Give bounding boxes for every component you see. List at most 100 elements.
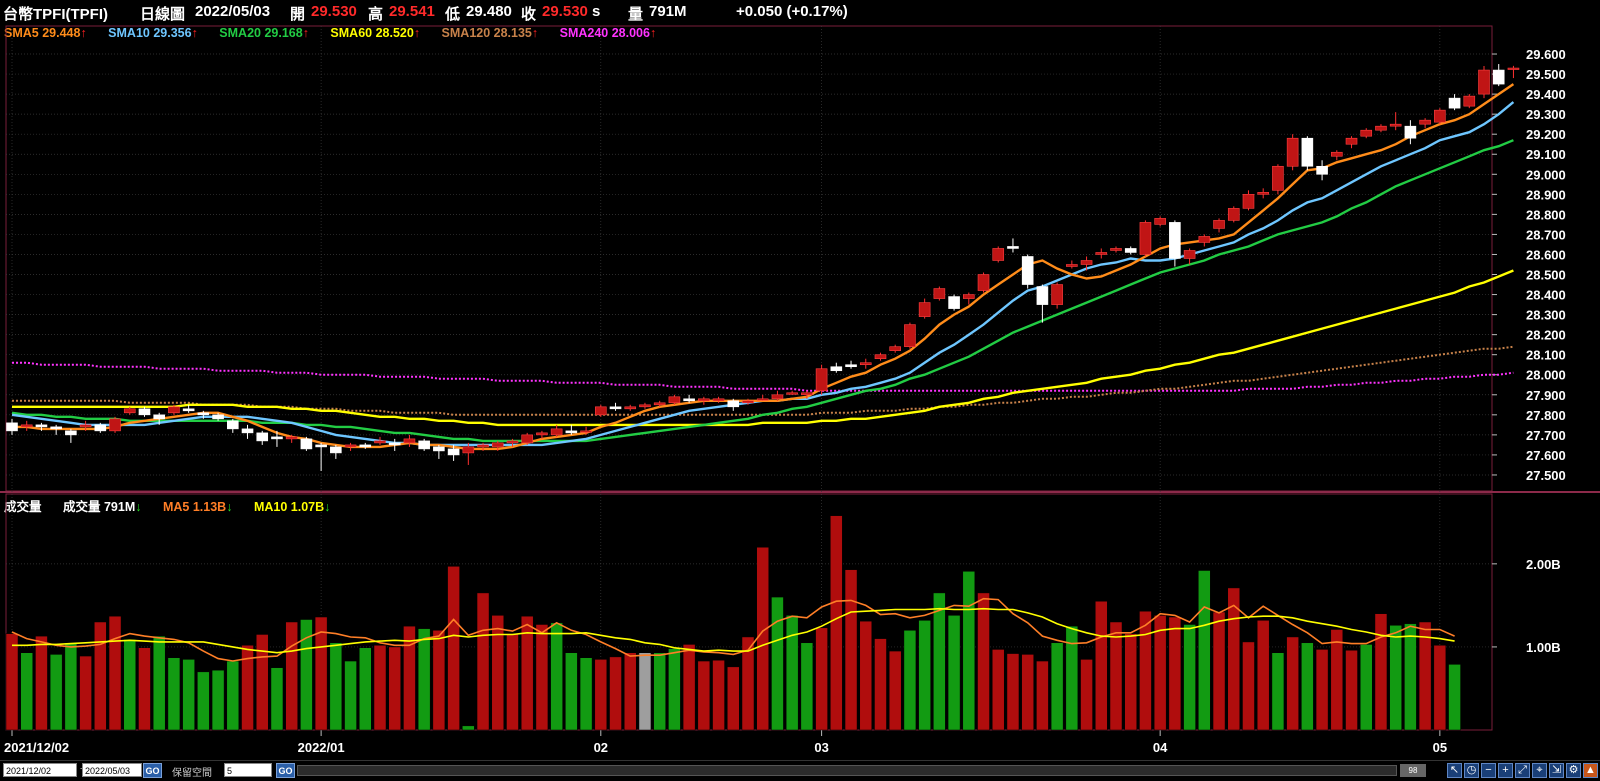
expand-icon[interactable]: ⇲ [1549, 763, 1564, 778]
volume-bar [1345, 649, 1358, 731]
x-tick-label: 2021/12/02 [4, 740, 69, 755]
candle-body [668, 396, 681, 404]
volume-bar [255, 634, 269, 731]
volume-bar [167, 657, 181, 731]
candle-body [79, 424, 92, 428]
volume-bar [918, 620, 931, 731]
volume-bar [859, 620, 873, 731]
volume-bar [815, 627, 828, 731]
volume-bar [1448, 664, 1461, 731]
candle-body [35, 424, 48, 428]
crosshair-icon[interactable]: ⌖ [1532, 763, 1547, 778]
volume-bar [1212, 611, 1226, 731]
price-tick-label: 29.400 [1526, 87, 1566, 102]
x-tick-label: 02 [594, 740, 608, 755]
candle-body [1389, 123, 1402, 127]
volume-bar [35, 635, 48, 731]
candle-body [388, 442, 401, 446]
volume-bar [1080, 659, 1093, 731]
volume-bar [1242, 641, 1255, 731]
candle-body [756, 398, 769, 401]
volume-bar [1404, 623, 1417, 731]
volume-bar [947, 615, 961, 731]
candle-body [20, 424, 33, 428]
volume-bar [933, 592, 946, 731]
candle-body [550, 428, 563, 436]
candle-body [182, 408, 195, 412]
candle-body [1404, 125, 1417, 139]
go-button[interactable]: GO [143, 763, 162, 778]
volume-bar [5, 633, 19, 731]
candle-body [1448, 97, 1461, 109]
candle-body [1316, 165, 1328, 175]
volume-bar [785, 615, 799, 731]
candle-body [727, 400, 740, 408]
price-tick-label: 28.400 [1526, 288, 1566, 303]
volume-tick-label: 1.00B [1526, 640, 1561, 655]
volume-bar [388, 646, 401, 731]
volume-bar [1359, 644, 1373, 731]
candle-body [1345, 137, 1358, 145]
candle-body [212, 414, 224, 420]
candle-body [418, 440, 430, 450]
time-scrollbar[interactable] [297, 765, 1397, 776]
price-tick-label: 27.600 [1526, 448, 1566, 463]
zoom-in-icon[interactable]: + [1498, 763, 1513, 778]
candle-body [1080, 260, 1093, 265]
reserve-space-input[interactable]: 5 [224, 763, 272, 777]
volume-bar [344, 660, 357, 731]
go-button-2[interactable]: GO [276, 763, 295, 778]
candle-body [1301, 137, 1314, 167]
end-date-input[interactable]: 2022/05/03 [82, 763, 142, 777]
volume-bar [1286, 636, 1299, 731]
zoom-out-icon[interactable]: − [1481, 763, 1496, 778]
candle-body [227, 420, 239, 430]
start-date-input[interactable]: 2021/12/02 [3, 763, 77, 777]
candle-body [1375, 125, 1387, 131]
volume-bar [844, 569, 858, 731]
volume-bar [697, 660, 711, 731]
price-tick-label: 29.600 [1526, 47, 1566, 62]
volume-bar [1315, 649, 1329, 731]
x-tick-label: 04 [1153, 740, 1168, 755]
candle-body [153, 414, 165, 420]
settings-icon[interactable]: ⚙ [1566, 763, 1581, 778]
volume-bar [49, 654, 63, 731]
candle-body [1036, 286, 1049, 305]
price-tick-label: 28.500 [1526, 268, 1566, 283]
chart-canvas[interactable]: 29.600 29.500 29.400 29.300 29.200 29.100 29.0… [0, 0, 1600, 760]
candle-body [1286, 137, 1299, 167]
fit-icon[interactable]: ⤢ [1515, 763, 1530, 778]
candle-body [197, 412, 210, 416]
candle-body [536, 432, 548, 436]
clock-icon[interactable]: ◷ [1464, 763, 1479, 778]
candle-body [1507, 67, 1520, 70]
candle-body [447, 448, 460, 456]
alert-icon[interactable]: ▲ [1583, 763, 1598, 778]
volume-bar [1153, 615, 1167, 731]
volume-bar [20, 652, 33, 731]
candle-body [374, 440, 386, 444]
volume-bar [1183, 624, 1196, 731]
candle-body [624, 406, 637, 410]
volume-bar [653, 652, 666, 731]
candle-body [1066, 264, 1078, 267]
volume-bar [623, 652, 637, 731]
candle-body [6, 422, 18, 432]
scroll-thumb[interactable]: 98 [1400, 764, 1426, 777]
candle-body [565, 430, 578, 434]
volume-bar [682, 644, 696, 731]
volume-bar [491, 615, 505, 731]
candle-body [491, 442, 504, 448]
volume-bar [830, 515, 843, 731]
volume-bar [94, 621, 107, 731]
volume-bar [1256, 620, 1270, 731]
zoom-reset-icon[interactable]: ↖ [1447, 763, 1462, 778]
candle-body [683, 398, 695, 402]
candle-body [1463, 95, 1476, 107]
candle-body [639, 404, 651, 408]
candle-body [1095, 252, 1108, 255]
candle-body [1360, 129, 1373, 137]
volume-bar [1330, 629, 1344, 731]
volume-bar [476, 592, 490, 731]
